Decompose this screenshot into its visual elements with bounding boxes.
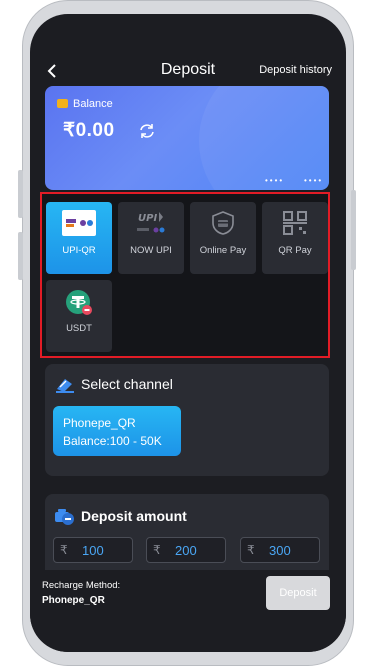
money-bag-icon [55,509,74,525]
online-pay-icon [212,211,234,235]
footer-bar: Recharge Method: Phonepe_QR Deposit [30,570,346,652]
payment-method-label: QR Pay [278,245,312,256]
payment-method-upi-qr[interactable]: UPI-QR [46,202,112,274]
channel-icon [56,379,74,393]
select-channel-panel: Select channel Phonepe_QR Balance:100 - … [45,364,329,476]
payment-method-label: Online Pay [199,245,247,256]
svg-text:UPI: UPI [138,213,157,224]
qr-code-icon [283,211,307,235]
channel-balance-range: Balance:100 - 50K [63,434,162,448]
deposit-history-link[interactable]: Deposit history [259,64,332,76]
payment-method-online-pay[interactable]: Online Pay [190,202,256,274]
deposit-button[interactable]: Deposit [266,576,330,610]
amount-preset-100[interactable]: ₹ 100 [53,537,133,563]
app-screen: Deposit Deposit history Balance ₹0.00 ••… [30,14,346,652]
card-mask: •••• [304,176,324,185]
card-mask: •••• [265,176,285,185]
volume-up-button [18,170,23,218]
payment-method-grid: UPI-QR UPI NOW UPI Online Pay QR Pay USD… [40,192,330,358]
wallet-icon [57,99,68,108]
payment-method-label: USDT [66,323,92,334]
amount-value: 300 [269,543,291,558]
amount-value: 200 [175,543,197,558]
amount-value: 100 [82,543,104,558]
upi-qr-logo-icon [62,210,96,236]
volume-down-button [18,232,23,280]
refresh-icon[interactable] [138,122,156,140]
balance-amount: ₹0.00 [63,120,115,141]
tether-logo-icon [66,290,92,315]
amount-preset-300[interactable]: ₹ 300 [240,537,320,563]
channel-option-phonepe-qr[interactable]: Phonepe_QR Balance:100 - 50K [53,406,181,456]
recharge-method-value: Phonepe_QR [42,595,105,606]
select-channel-title: Select channel [81,376,173,392]
upi-logo-icon: UPI [137,212,165,233]
payment-method-qr-pay[interactable]: QR Pay [262,202,328,274]
rupee-icon: ₹ [247,543,255,557]
balance-card: Balance ₹0.00 •••• •••• [45,86,329,190]
payment-method-label: NOW UPI [130,245,172,256]
payment-method-now-upi[interactable]: UPI NOW UPI [118,202,184,274]
channel-name: Phonepe_QR [63,416,136,430]
rupee-icon: ₹ [60,543,68,557]
amount-preset-200[interactable]: ₹ 200 [146,537,226,563]
header: Deposit Deposit history [30,58,346,86]
payment-method-label: UPI-QR [62,245,96,256]
balance-label: Balance [73,98,113,110]
recharge-method-label: Recharge Method: [42,580,121,591]
power-button [351,190,356,270]
payment-method-usdt[interactable]: USDT [46,280,112,352]
rupee-icon: ₹ [153,543,161,557]
deposit-amount-title: Deposit amount [81,508,187,524]
